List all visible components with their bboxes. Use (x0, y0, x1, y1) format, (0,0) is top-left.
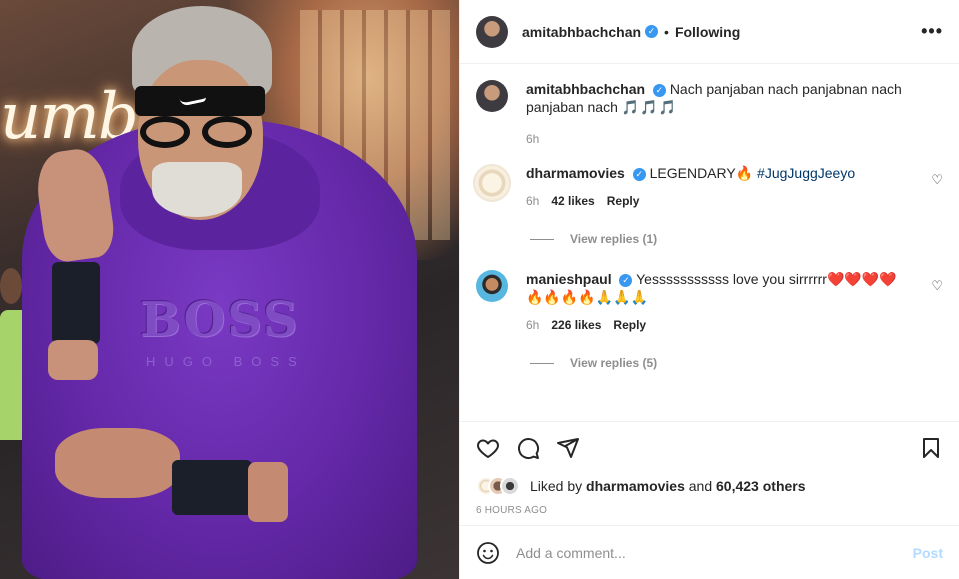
caption-author[interactable]: amitabhbachchan (526, 81, 645, 97)
comment-heart-icon[interactable]: ♡ (931, 172, 943, 188)
comment-author[interactable]: dharmamovies (526, 165, 625, 181)
comment-time[interactable]: 6h (526, 316, 539, 334)
separator-dot: • (664, 23, 669, 40)
likes-prefix: Liked by (530, 478, 583, 494)
likes-others-link[interactable]: 60,423 others (716, 478, 806, 494)
caption-emoji: 🎵🎵🎵 (621, 99, 678, 115)
comment-time[interactable]: 6h (526, 192, 539, 210)
likes-text: Liked by dharmamovies and 60,423 others (530, 478, 806, 494)
comments-section[interactable]: amitabhbachchan ✓ Nach panjaban nach pan… (460, 64, 959, 421)
comment-item: manieshpaul ✓ Yesssssssssss love you sir… (476, 270, 943, 334)
verified-badge-icon: ✓ (652, 83, 666, 97)
post-header: amitabhbachchan ✓ • Following ••• (460, 0, 959, 64)
caption-time[interactable]: 6h (526, 130, 539, 148)
likes-middle: and (688, 478, 713, 494)
following-button[interactable]: Following (675, 24, 740, 40)
comment-text: LEGENDARY🔥 (649, 165, 754, 181)
bystander-head (0, 268, 22, 304)
avatar[interactable] (476, 270, 508, 302)
comment-heart-icon[interactable]: ♡ (931, 278, 943, 294)
heart-icon[interactable] (476, 436, 500, 460)
comment-input[interactable] (516, 544, 876, 561)
post-photo[interactable]: umba BOSS HUGO BOSS (0, 0, 459, 579)
hugo-boss-text: HUGO BOSS (146, 354, 306, 369)
boss-logo: BOSS (140, 292, 300, 348)
comment-item: dharmamovies ✓ LEGENDARY🔥 #JugJuggJeeyo … (473, 164, 943, 210)
verified-badge-icon: ✓ (632, 167, 646, 181)
reply-button[interactable]: Reply (613, 316, 646, 334)
view-replies-label[interactable]: View replies (5) (570, 356, 657, 370)
comment-likes[interactable]: 42 likes (551, 192, 594, 210)
left-arm (48, 340, 98, 380)
lower-hand (55, 428, 180, 498)
left-wristband (52, 262, 100, 344)
reply-button[interactable]: Reply (607, 192, 640, 210)
avatar[interactable] (473, 164, 511, 202)
right-wristband (172, 460, 252, 515)
comment-author[interactable]: manieshpaul (526, 271, 612, 287)
hashtag-link[interactable]: #JugJuggJeeyo (757, 165, 855, 181)
comment-likes[interactable]: 226 likes (551, 316, 601, 334)
view-replies-label[interactable]: View replies (1) (570, 232, 657, 246)
right-arm (248, 462, 288, 522)
action-bar (460, 421, 959, 473)
liker-username[interactable]: dharmamovies (586, 478, 685, 494)
avatar[interactable] (476, 80, 508, 112)
post-timestamp[interactable]: 6 HOURS AGO (460, 499, 959, 525)
caption: amitabhbachchan ✓ Nach panjaban nach pan… (476, 80, 943, 148)
instagram-post-modal: umba BOSS HUGO BOSS amitabhbachchan ✓ • … (0, 0, 959, 579)
add-comment-bar: Post (460, 525, 959, 579)
verified-badge-icon: ✓ (645, 25, 659, 38)
share-icon[interactable] (556, 436, 580, 460)
post-side-panel: amitabhbachchan ✓ • Following ••• amitab… (459, 0, 959, 579)
liker-avatar[interactable] (500, 476, 520, 496)
beard (152, 162, 242, 217)
emoji-icon[interactable] (476, 541, 500, 565)
likes-summary: Liked by dharmamovies and 60,423 others (460, 473, 959, 499)
post-button[interactable]: Post (913, 545, 943, 561)
verified-badge-icon: ✓ (619, 273, 633, 287)
view-replies-button[interactable]: View replies (5) (530, 356, 943, 370)
more-icon[interactable]: ••• (921, 21, 943, 42)
view-replies-button[interactable]: View replies (1) (530, 232, 943, 246)
avatar[interactable] (476, 15, 508, 48)
replies-line (530, 362, 554, 364)
glasses (140, 116, 258, 152)
comment-icon[interactable] (516, 436, 540, 460)
author-username[interactable]: amitabhbachchan (522, 24, 641, 40)
replies-line (530, 238, 554, 240)
bookmark-icon[interactable] (919, 436, 943, 460)
